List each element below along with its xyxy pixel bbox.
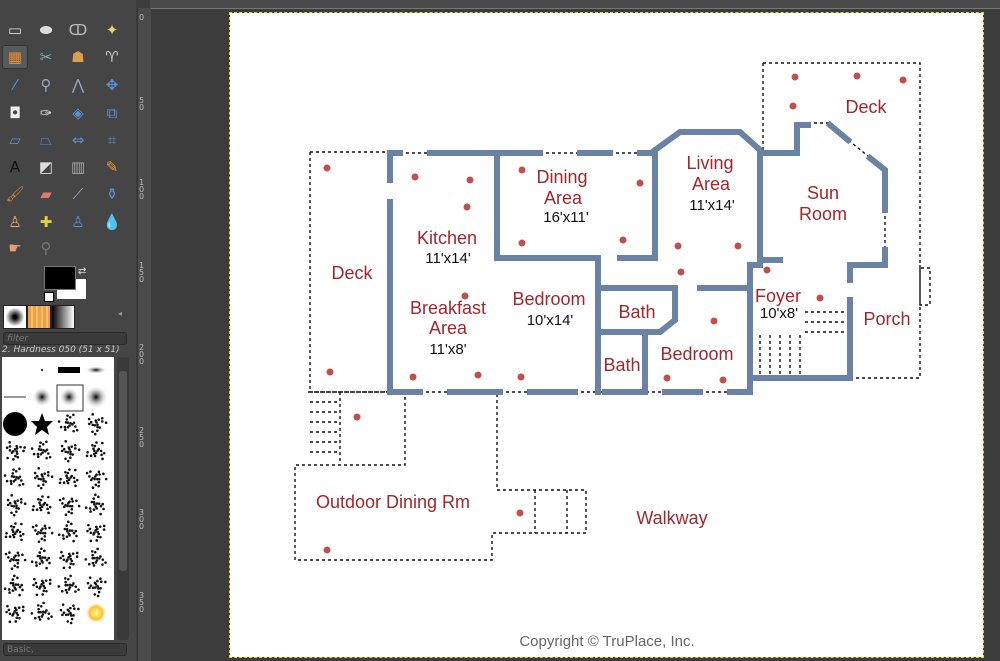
light-fixture-icon [466, 176, 474, 184]
light-fixture-icon [323, 164, 331, 172]
foreground-color-swatch[interactable] [44, 266, 76, 290]
room-label-bath-2: Bath [603, 355, 640, 375]
room-dim-living: 11'x14' [689, 197, 735, 214]
room-label-living: Living [686, 153, 733, 173]
light-fixture-icon [710, 317, 718, 325]
light-fixture-icon [411, 173, 419, 181]
light-fixture-icon [763, 266, 771, 274]
room-label-porch: Porch [863, 309, 910, 329]
room-dim-bedroom-1: 10'x14' [527, 312, 574, 329]
room-label-dining-2: Area [544, 188, 583, 208]
room-label-breakfast: Breakfast [410, 298, 486, 318]
light-fixture-icon [518, 166, 526, 174]
floor-plan: Deck Kitchen 11'x14' Breakfast Area 11'x… [294, 62, 931, 650]
light-fixture-icon [816, 294, 824, 302]
room-label-kitchen: Kitchen [417, 228, 477, 248]
light-fixture-icon [674, 242, 682, 250]
room-label-walkway: Walkway [636, 508, 707, 528]
room-label-bath-1: Bath [618, 302, 655, 322]
light-fixture-icon [677, 268, 685, 276]
room-dim-dining: 16'x11' [543, 209, 589, 226]
light-fixture-icon [791, 73, 799, 81]
room-label-foyer: Foyer [755, 286, 801, 306]
light-fixture-icon [619, 236, 627, 244]
light-fixture-icon [636, 179, 644, 187]
light-fixture-icon [326, 368, 334, 376]
light-fixture-icon [517, 373, 525, 381]
light-fixture-icon [463, 203, 471, 211]
light-fixture-icon [719, 376, 727, 384]
light-fixture-icon [663, 374, 671, 382]
light-fixture-icon [353, 413, 361, 421]
light-fixture-icon [516, 509, 524, 517]
light-fixture-icon [853, 72, 861, 80]
light-fixture-icon [899, 76, 907, 84]
room-dim-foyer: 10'x8' [760, 305, 798, 322]
light-fixture-icon [734, 242, 742, 250]
room-label-outdoor-dining: Outdoor Dining Rm [316, 492, 470, 512]
copyright-text: Copyright © TruPlace, Inc. [519, 633, 694, 650]
room-label-sunroom-2: Room [799, 204, 847, 224]
room-label-deck-left: Deck [331, 263, 373, 283]
room-label-breakfast-2: Area [429, 318, 468, 338]
room-label-sunroom: Sun [807, 183, 839, 203]
room-label-living-2: Area [692, 174, 731, 194]
light-fixture-icon [518, 239, 526, 247]
room-label-bedroom-2: Bedroom [660, 344, 733, 364]
room-label-dining: Dining [536, 167, 587, 187]
room-label-deck-top: Deck [845, 97, 887, 117]
room-label-bedroom-1: Bedroom [512, 289, 585, 309]
light-fixture-icon [474, 371, 482, 379]
room-dim-kitchen: 11'x14' [425, 250, 471, 267]
light-fixture-icon [323, 546, 331, 554]
room-dim-breakfast: 11'x8' [429, 341, 466, 358]
light-fixture-icon [789, 102, 797, 110]
light-fixture-icon [409, 373, 417, 381]
